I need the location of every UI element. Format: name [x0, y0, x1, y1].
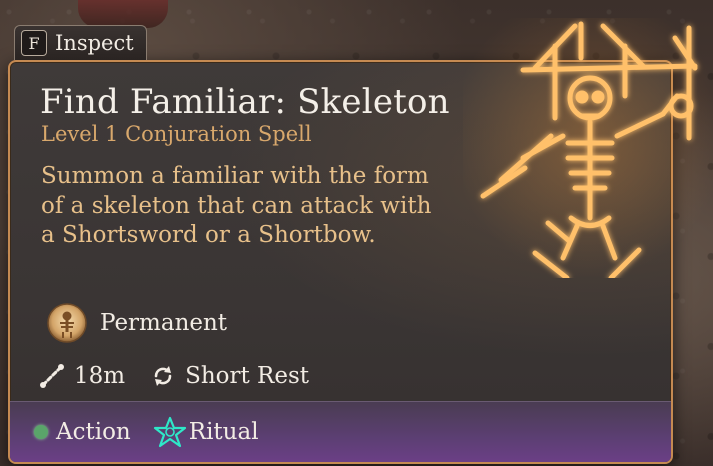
character-silhouette	[78, 0, 168, 28]
ritual-tag: Ritual	[153, 415, 259, 449]
inspect-tab[interactable]: F Inspect	[14, 25, 147, 60]
action-dot-icon	[34, 425, 48, 439]
spell-title: Find Familiar: Skeleton	[40, 82, 450, 122]
recharge-stat: Short Rest	[149, 362, 309, 390]
duration-label: Permanent	[100, 310, 228, 336]
inspect-label: Inspect	[55, 31, 134, 55]
ritual-pentagram-icon	[153, 416, 186, 448]
action-cost: Action	[34, 419, 131, 445]
action-label: Action	[56, 419, 131, 445]
inspect-keycap: F	[21, 30, 47, 56]
spell-subtitle: Level 1 Conjuration Spell	[41, 122, 312, 146]
stats-row: 18m Short Rest	[38, 362, 333, 390]
ritual-label: Ritual	[188, 419, 259, 445]
spell-footer: Action Ritual	[10, 401, 671, 462]
duration-row: Permanent	[46, 302, 227, 344]
spell-description: Summon a familiar with the form of a ske…	[41, 163, 432, 248]
range-stat: 18m	[38, 362, 125, 390]
recharge-icon	[154, 366, 172, 386]
skeleton-glyph-icon	[463, 18, 713, 278]
skeleton-medallion-icon	[47, 303, 87, 343]
range-label: 18m	[74, 363, 126, 389]
range-icon	[40, 364, 64, 388]
recharge-label: Short Rest	[185, 363, 310, 389]
